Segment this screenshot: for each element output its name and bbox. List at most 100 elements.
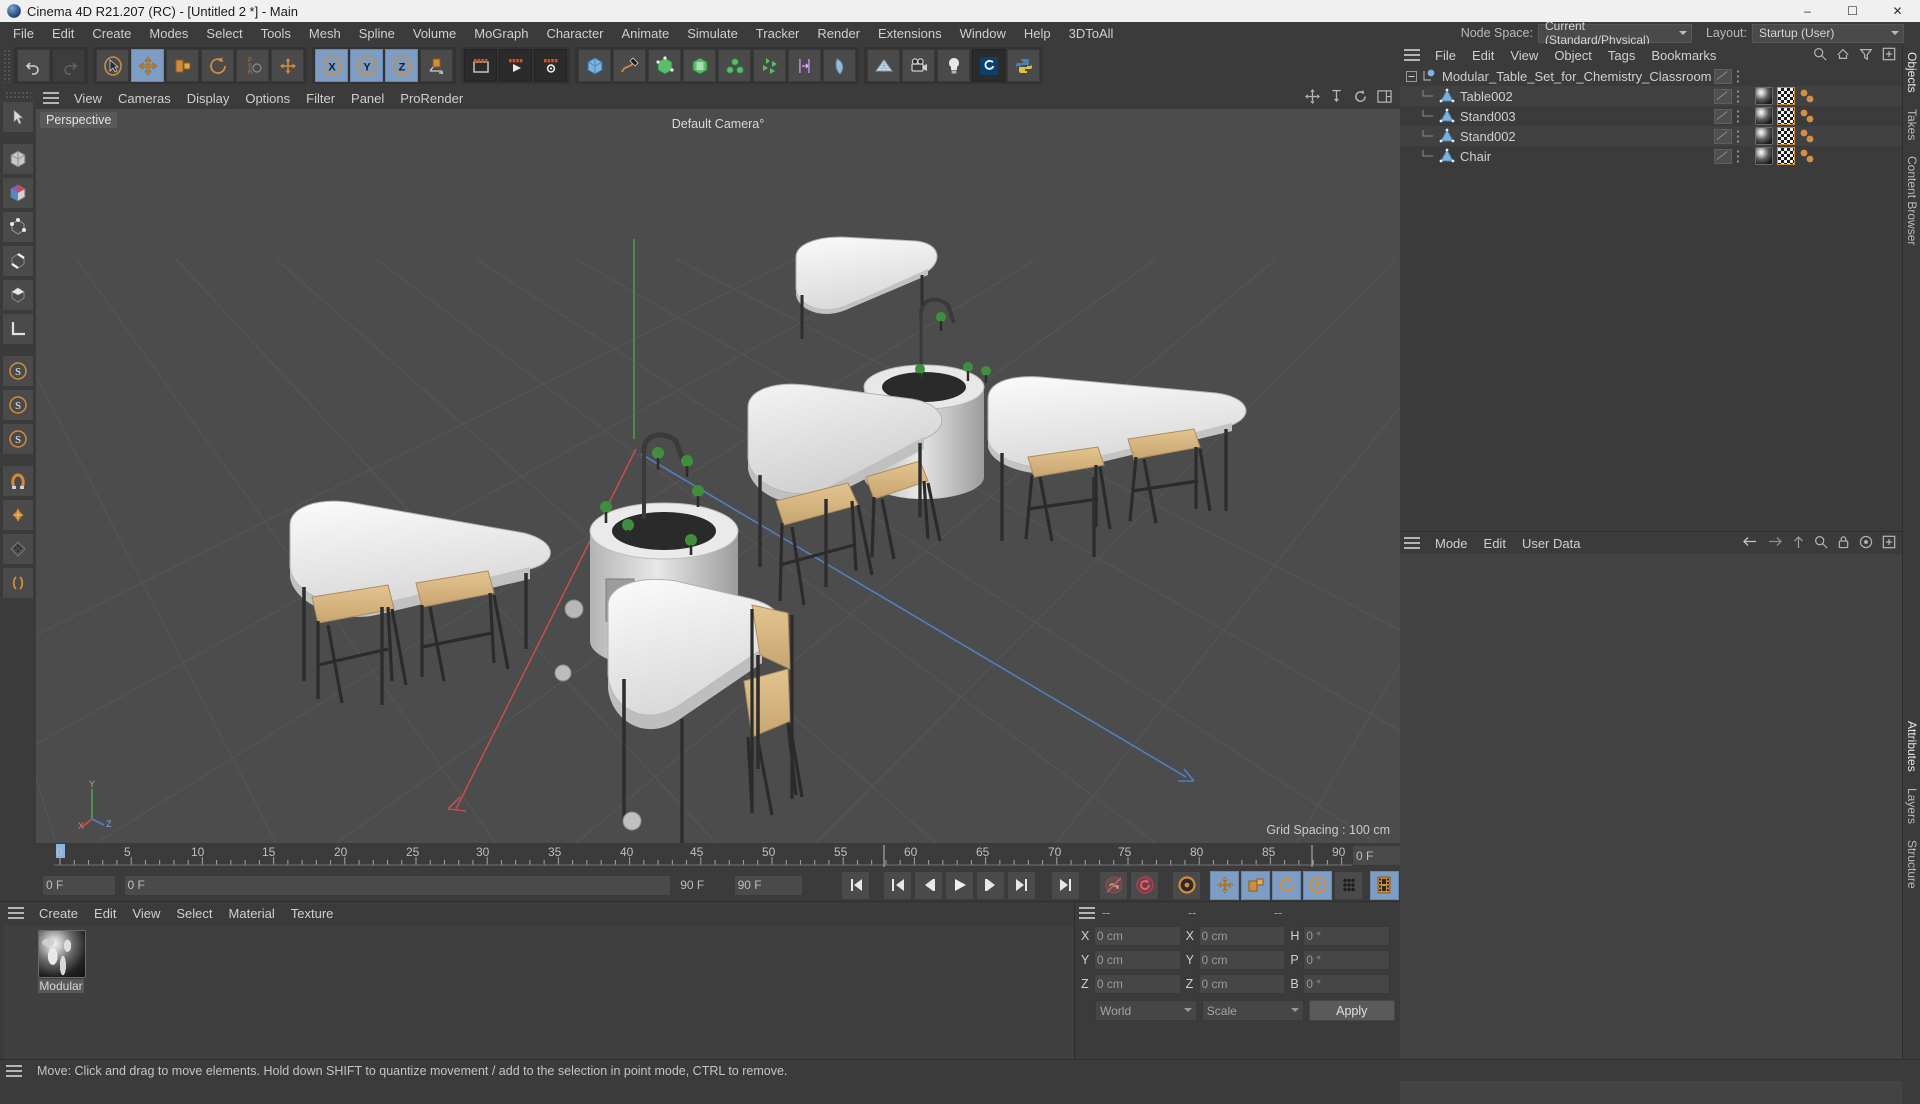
viewport-menu-view[interactable]: View: [66, 89, 110, 108]
redo-button[interactable]: [52, 49, 85, 82]
menu-tracker[interactable]: Tracker: [747, 24, 809, 43]
material-item[interactable]: Modular: [38, 930, 86, 993]
selection-tag[interactable]: [1799, 128, 1816, 144]
tag-dots-icon[interactable]: [1736, 129, 1740, 143]
menu-window[interactable]: Window: [951, 24, 1015, 43]
enable-axis-tool[interactable]: S: [2, 355, 34, 387]
back-arrow-icon[interactable]: [1742, 535, 1758, 551]
uv-tag[interactable]: [1777, 107, 1795, 125]
up-arrow-icon[interactable]: [1792, 535, 1805, 552]
x-axis-lock-button[interactable]: X: [315, 49, 348, 82]
record-rotation-button[interactable]: [1272, 870, 1302, 900]
menu-render[interactable]: Render: [808, 24, 869, 43]
visibility-chip[interactable]: [1714, 88, 1732, 104]
material-menu-texture[interactable]: Texture: [283, 904, 342, 923]
coord-input-size-x[interactable]: 0 cm: [1198, 926, 1286, 946]
current-frame-field[interactable]: 0 F: [42, 874, 116, 896]
filter-icon[interactable]: [1859, 47, 1873, 64]
psr-lock-button[interactable]: PSR: [236, 49, 269, 82]
undo-button[interactable]: [17, 49, 50, 82]
workplane-lock-tool[interactable]: [2, 533, 34, 565]
expand-collapse-icon[interactable]: [1406, 70, 1417, 82]
object-menu-bookmarks[interactable]: Bookmarks: [1643, 46, 1724, 65]
tab-objects[interactable]: Objects: [1903, 44, 1920, 101]
material-tag[interactable]: [1755, 87, 1773, 105]
visibility-chip[interactable]: [1714, 108, 1732, 124]
add-cube-button[interactable]: [578, 49, 611, 82]
add-panel-icon[interactable]: [1882, 535, 1896, 552]
tab-attributes[interactable]: Attributes: [1903, 713, 1920, 780]
tab-structure[interactable]: Structure: [1903, 832, 1920, 897]
go-to-end-button[interactable]: [1051, 870, 1081, 900]
record-icon[interactable]: [1859, 535, 1873, 552]
viewport-menu-panel[interactable]: Panel: [343, 89, 392, 108]
attribute-menu-edit[interactable]: Edit: [1476, 534, 1514, 553]
material-menu-icon[interactable]: [8, 907, 24, 919]
polygons-mode-tool[interactable]: [2, 279, 34, 311]
previous-key-button[interactable]: [883, 870, 913, 900]
workplane-tool[interactable]: S: [2, 423, 34, 455]
material-menu-view[interactable]: View: [124, 904, 168, 923]
material-menu-create[interactable]: Create: [31, 904, 86, 923]
record-pla-button[interactable]: [1334, 870, 1363, 900]
visibility-chip[interactable]: [1714, 128, 1732, 144]
object-row-stand003[interactable]: Stand003: [1400, 106, 1902, 126]
viewport-menu-display[interactable]: Display: [179, 89, 238, 108]
record-active-objects-button[interactable]: [1099, 870, 1129, 900]
move-tool-button[interactable]: [131, 49, 164, 82]
add-spline-button[interactable]: [613, 49, 646, 82]
object-menu-object[interactable]: Object: [1546, 46, 1600, 65]
menu-simulate[interactable]: Simulate: [678, 24, 747, 43]
object-menu-edit[interactable]: Edit: [1464, 46, 1502, 65]
rotate-view-icon[interactable]: [1353, 89, 1368, 107]
tab-content-browser[interactable]: Content Browser: [1903, 148, 1920, 253]
node-space-select[interactable]: Current (Standard/Physical): [1537, 19, 1692, 47]
object-manager-menu-icon[interactable]: [1404, 49, 1420, 61]
render-settings-button[interactable]: [534, 49, 567, 82]
attribute-menu-mode[interactable]: Mode: [1427, 534, 1476, 553]
lock-icon[interactable]: [1837, 535, 1850, 552]
coord-input-pos-y[interactable]: 0 cm: [1093, 950, 1181, 970]
menu-extensions[interactable]: Extensions: [869, 24, 951, 43]
object-menu-tags[interactable]: Tags: [1600, 46, 1643, 65]
search-icon[interactable]: [1814, 535, 1828, 552]
render-region-button[interactable]: [499, 49, 532, 82]
toolbar-grip[interactable]: [3, 48, 11, 83]
uv-tag[interactable]: [1777, 147, 1795, 165]
coord-input-pos-z[interactable]: 0 cm: [1093, 974, 1181, 994]
uv-tag[interactable]: [1777, 127, 1795, 145]
record-param-button[interactable]: P: [1303, 870, 1333, 900]
viewport-3d[interactable]: Perspective Default Camera° Grid Spacing…: [36, 109, 1400, 843]
menu-animate[interactable]: Animate: [613, 24, 679, 43]
texture-mode-tool[interactable]: [2, 177, 34, 209]
points-mode-tool[interactable]: [2, 211, 34, 243]
object-row-table002[interactable]: Table002: [1400, 86, 1902, 106]
forward-arrow-icon[interactable]: [1767, 535, 1783, 551]
menu-mograph[interactable]: MoGraph: [465, 24, 537, 43]
add-array-button[interactable]: [683, 49, 716, 82]
menu-3dtoall[interactable]: 3DToAll: [1060, 24, 1123, 43]
menu-select[interactable]: Select: [197, 24, 251, 43]
axis-mode-tool[interactable]: [2, 313, 34, 345]
menu-edit[interactable]: Edit: [43, 24, 83, 43]
y-axis-lock-button[interactable]: Y: [350, 49, 383, 82]
object-row-stand002[interactable]: Stand002: [1400, 126, 1902, 146]
maximize-button[interactable]: ☐: [1830, 0, 1875, 22]
material-list[interactable]: Modular: [4, 926, 1074, 1060]
coordinate-mode-select[interactable]: Scale: [1201, 1000, 1304, 1021]
preview-range-max-field[interactable]: 90 F: [677, 876, 727, 895]
render-view-button[interactable]: [464, 49, 497, 82]
add-light-button[interactable]: [937, 49, 970, 82]
timeline-filmstrip-button[interactable]: [1370, 870, 1399, 900]
object-menu-view[interactable]: View: [1502, 46, 1546, 65]
menu-create[interactable]: Create: [83, 24, 140, 43]
visibility-chip[interactable]: [1714, 148, 1732, 164]
status-menu-icon[interactable]: [6, 1064, 22, 1077]
timeline-ruler[interactable]: 0 5 10 15 20 25 30 35 40 45 50 55 60 65 …: [44, 843, 1404, 869]
coordinate-space-select[interactable]: World: [1095, 1000, 1197, 1021]
scale-tool-button[interactable]: [166, 49, 199, 82]
autokeying-button[interactable]: [1130, 870, 1160, 900]
tab-takes[interactable]: Takes: [1903, 101, 1920, 148]
tag-dots-icon[interactable]: [1736, 149, 1740, 163]
material-tag[interactable]: [1755, 127, 1773, 145]
